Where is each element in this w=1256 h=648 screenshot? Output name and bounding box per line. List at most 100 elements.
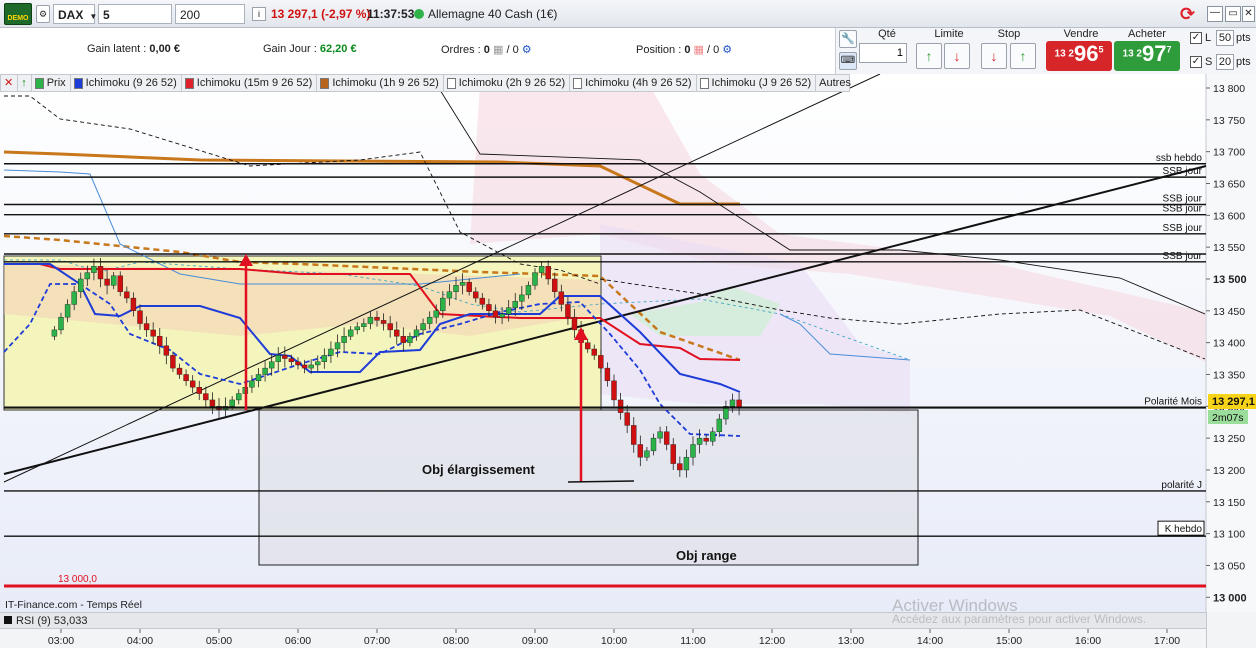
- candle-body: [545, 266, 551, 280]
- s-checkbox[interactable]: ✓: [1190, 56, 1202, 68]
- indicator-ichimoku-j[interactable]: Ichimoku (J 9 26 52): [697, 75, 817, 91]
- indicator-prix[interactable]: Prix: [32, 75, 71, 91]
- l-points-input[interactable]: 50: [1216, 30, 1234, 46]
- candle-body: [341, 336, 347, 343]
- indicator-ichimoku-15m[interactable]: Ichimoku (15m 9 26 52): [182, 75, 318, 91]
- candle-body: [670, 444, 676, 464]
- candle-body: [367, 316, 374, 324]
- stop-buy-icon[interactable]: ↑: [1010, 43, 1036, 69]
- clock-time: 11:37:53: [367, 7, 415, 21]
- candle-body: [446, 291, 453, 299]
- price-tick-label: 13 200: [1213, 465, 1245, 477]
- rsi-swatch-icon: [4, 616, 12, 624]
- indicator-ichimoku-2h[interactable]: Ichimoku (2h 9 26 52): [444, 75, 571, 91]
- price-chart[interactable]: ssb hebdo SSB jour SSB jour SSB jour SSB jou…: [0, 74, 1256, 612]
- quantity-input[interactable]: [859, 43, 907, 63]
- candle-body: [710, 431, 716, 442]
- price-tick-label: 13 000: [1213, 592, 1247, 604]
- close-button[interactable]: ✕: [1242, 6, 1255, 22]
- stop-sell-icon[interactable]: ↓: [981, 43, 1007, 69]
- price-tick-label: 13 100: [1213, 529, 1245, 541]
- chart-settings-icon[interactable]: ⚙: [36, 5, 50, 23]
- minimize-button[interactable]: —: [1207, 6, 1223, 22]
- market-open-icon: [414, 9, 424, 19]
- rsi-panel[interactable]: RSI (9) 53,033 Accédez aux paramètres po…: [0, 612, 1206, 628]
- limit-buy-icon[interactable]: ↑: [916, 43, 942, 69]
- time-tick-label: 03:00: [48, 635, 74, 647]
- time-tick-label: 05:00: [206, 635, 232, 647]
- limit-sell-icon[interactable]: ↓: [944, 43, 970, 69]
- rsi-label: RSI (9) 53,033: [16, 615, 88, 627]
- candle-body: [71, 291, 77, 305]
- indicator-prix-label: Prix: [46, 77, 66, 89]
- candle-body: [677, 463, 683, 471]
- buy-button[interactable]: 13 2977: [1114, 41, 1180, 71]
- candle-body: [288, 358, 295, 362]
- order-panel: 🔧 ⌨ Qté Limite ↑ ↓ Stop ↓ ↑ Vendre 13 29…: [835, 28, 1256, 74]
- autres-button[interactable]: Autres: [816, 75, 855, 91]
- candle-body: [426, 316, 433, 324]
- positions-icon: ▦: [693, 44, 704, 56]
- candle-body: [262, 367, 268, 375]
- timeframe-select[interactable]: 5 minutes▼: [98, 4, 172, 42]
- demo-logo-text: DEMO: [7, 15, 29, 22]
- sell-button[interactable]: 13 2965: [1046, 41, 1112, 71]
- candle-body: [189, 380, 196, 388]
- candle-body: [617, 399, 624, 413]
- candle-body: [624, 412, 630, 426]
- maximize-button[interactable]: ▭: [1225, 6, 1241, 22]
- time-tick-label: 08:00: [443, 635, 469, 647]
- candle-body: [644, 450, 650, 458]
- indicator-ichimoku-4h[interactable]: Ichimoku (4h 9 26 52): [570, 75, 697, 91]
- instrument-select[interactable]: DAX ▼: [53, 4, 97, 24]
- price-tick-label: 13 350: [1213, 369, 1245, 381]
- candle-body: [387, 323, 393, 331]
- candle-body: [249, 380, 255, 388]
- countdown-label: 2m07s: [1212, 412, 1244, 424]
- buy-price-big: 97: [1141, 41, 1167, 66]
- ordres[interactable]: Ordres : 0 ▦ / 0 ⚙: [441, 43, 532, 56]
- level-label: SSB jour: [1163, 251, 1203, 262]
- candle-body: [584, 342, 591, 350]
- price-tick-label: 13 250: [1213, 433, 1245, 445]
- indicator-ichimoku-5m[interactable]: Ichimoku (9 26 52): [71, 75, 182, 91]
- add-indicator-icon[interactable]: ↑: [18, 75, 32, 91]
- time-tick-label: 04:00: [127, 635, 153, 647]
- l-label: L: [1205, 32, 1212, 44]
- sell-price-sup: 5: [1098, 44, 1104, 55]
- indicator-bar: ✕ ↑ Prix Ichimoku (9 26 52) Ichimoku (15…: [0, 74, 851, 92]
- candle-body: [604, 367, 611, 382]
- l-checkbox[interactable]: ✓: [1190, 32, 1202, 44]
- candle-body: [459, 281, 466, 286]
- time-tick-label: 06:00: [285, 635, 311, 647]
- candle-body: [170, 355, 176, 369]
- close-chart-icon[interactable]: ✕: [1, 75, 19, 91]
- time-tick-label: 10:00: [601, 635, 627, 647]
- candle-body: [650, 437, 657, 452]
- candle-body: [466, 281, 472, 292]
- position[interactable]: Position : 0 ▦ / 0 ⚙: [636, 43, 732, 56]
- units-select[interactable]: 200 unités▼: [175, 4, 245, 42]
- candle-body: [209, 399, 216, 407]
- candle-body: [104, 278, 110, 286]
- candle-body: [334, 342, 341, 350]
- candle-body: [729, 399, 736, 407]
- candle-body: [591, 348, 597, 356]
- price-change: (-2,97 %): [321, 7, 371, 21]
- swatch-icon: [184, 77, 194, 89]
- swatch-icon: [34, 77, 44, 89]
- wrench-icon[interactable]: 🔧: [839, 30, 857, 48]
- level-label: SSB jour: [1163, 166, 1203, 177]
- candle-body: [64, 304, 71, 318]
- price-tick-label: 13 750: [1213, 115, 1245, 127]
- candle-body: [499, 313, 505, 318]
- info-icon[interactable]: i: [252, 7, 266, 21]
- refresh-icon[interactable]: ⟳: [1180, 3, 1202, 25]
- s-points-input[interactable]: 20: [1216, 54, 1234, 70]
- ordres-label: Ordres :: [441, 44, 481, 56]
- level-label: polarité J: [1161, 480, 1202, 491]
- candle-body: [657, 431, 663, 439]
- time-tick-label: 15:00: [996, 635, 1022, 647]
- keyboard-icon[interactable]: ⌨: [839, 52, 857, 70]
- indicator-ichimoku-1h[interactable]: Ichimoku (1h 9 26 52): [317, 75, 444, 91]
